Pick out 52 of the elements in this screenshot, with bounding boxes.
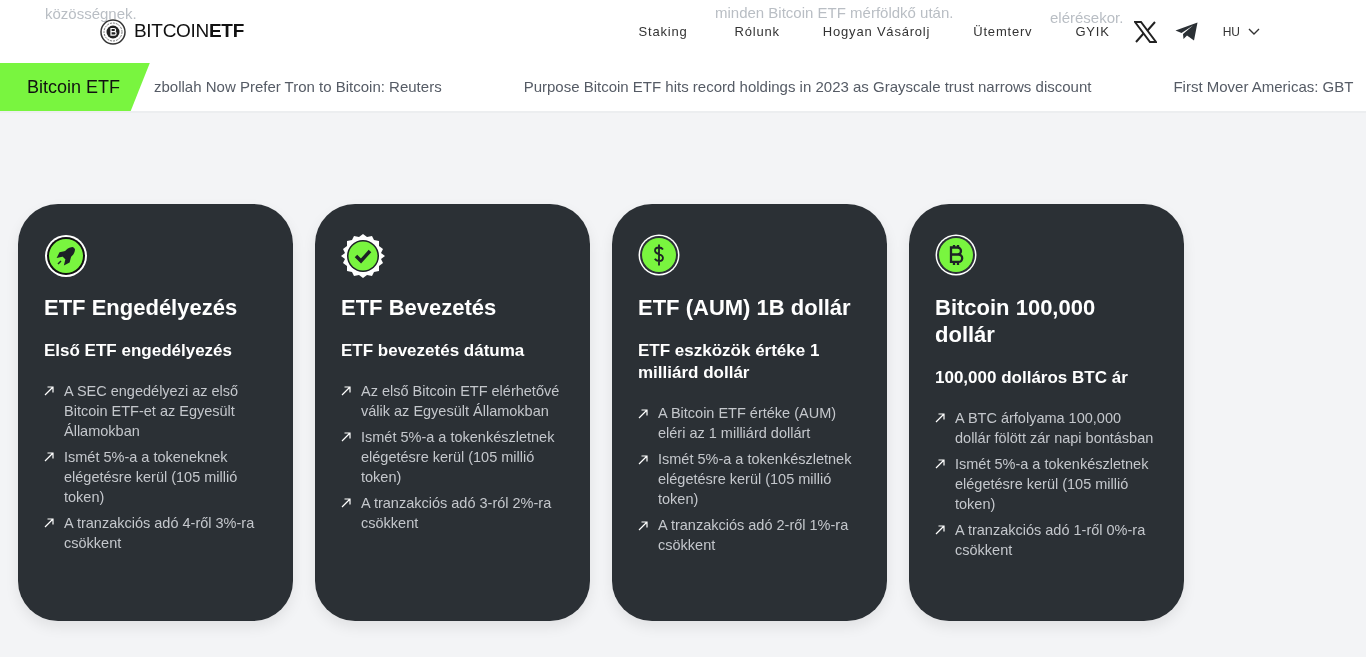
faded-text: közösségnek. (45, 4, 137, 24)
bullet-text: Az első Bitcoin ETF elérhetővé válik az Egyesült Államokban (361, 381, 561, 421)
language-selector[interactable]: HU (1221, 21, 1261, 42)
news-headline[interactable]: First Mover Americas: GBT (1173, 75, 1354, 99)
nav-link[interactable]: Hogyan Vásárolj (822, 21, 931, 42)
rocket-icon (44, 234, 88, 278)
bullet-text: A tranzakciós adó 2-ről 1%-ra csökkent (658, 516, 850, 555)
bitcoin-icon (935, 234, 977, 276)
news-headline[interactable]: zbollah Now Prefer Tron to Bitcoin: Reuters (154, 75, 442, 99)
nav-link[interactable]: Ütemterv (973, 21, 1033, 42)
check-badge-icon (341, 234, 385, 278)
bullet-text: A tranzakciós adó 4-ről 3%-ra csökkent (64, 513, 256, 553)
bullet-text: A Bitcoin ETF értéke (AUM) eléri az 1 milliárd dollárt (658, 404, 838, 443)
bullet-text: Ismét 5%-a a tokenkészletnek elégetésre kerül (105 millió token) (658, 450, 853, 509)
logo-text[interactable]: BITCOINETF (134, 17, 244, 46)
arrow-icon (341, 498, 351, 509)
bullet-text: Ismét 5%-a a tokenkészletnek elégetésre kerül (105 millió token) (361, 427, 556, 487)
card-subtitle: 100,000 dolláros BTC ár (935, 366, 1129, 389)
bullet-text: A BTC árfolyama 100,000 dollár fölött zár napi bontásban (955, 408, 1155, 448)
bullet-text: Ismét 5%-a a tokeneknek elégetésre kerül (105 millió token) (64, 447, 239, 507)
arrow-icon (44, 386, 54, 397)
card-subtitle: ETF eszközök értéke 1 milliárd dollár (638, 339, 821, 384)
arrow-icon (341, 386, 351, 397)
faded-text: elérésekor. (1050, 8, 1124, 27)
card-title: ETF Bevezetés (341, 295, 498, 322)
arrow-icon (638, 520, 648, 531)
card-subtitle: Első ETF engedélyezés (44, 339, 233, 362)
faded-text: minden Bitcoin ETF mérföldkő után. (715, 3, 954, 23)
nav-link[interactable]: Rólunk (734, 21, 780, 42)
paper-plane-icon[interactable] (1174, 22, 1198, 41)
arrow-icon (935, 459, 945, 470)
dollar-icon (638, 234, 680, 276)
nav-link[interactable]: Staking (638, 21, 688, 42)
bullet-text: A tranzakciós adó 3-ról 2%-ra csökkent (361, 493, 553, 533)
arrow-icon (935, 413, 945, 424)
arrow-icon (44, 518, 54, 529)
ticker-label: Bitcoin ETF (0, 63, 150, 111)
bullet-text: A SEC engedélyezi az első Bitcoin ETF-et az Egyesült Államokban (64, 381, 240, 441)
x-logo-icon[interactable] (1133, 20, 1157, 43)
card-title: ETF Engedélyezés (44, 295, 239, 322)
bullet-text: A tranzakciós adó 1-ről 0%-ra csökkent (955, 520, 1147, 560)
card-title: ETF (AUM) 1B dollár (638, 295, 852, 322)
arrow-icon (638, 408, 648, 419)
arrow-icon (638, 454, 648, 465)
bullet-text: Ismét 5%-a a tokenkészletnek elégetésre kerül (105 millió token) (955, 454, 1150, 514)
arrow-icon (935, 525, 945, 536)
card-subtitle: ETF bevezetés dátuma (341, 339, 526, 362)
chevron-down-icon (1248, 28, 1260, 35)
arrow-icon (341, 432, 351, 443)
card-title: Bitcoin 100,000 dollár (935, 295, 1097, 349)
arrow-icon (44, 452, 54, 463)
news-headline[interactable]: Purpose Bitcoin ETF hits record holdings in 2023 as Grayscale trust narrows discount (523, 75, 1092, 99)
